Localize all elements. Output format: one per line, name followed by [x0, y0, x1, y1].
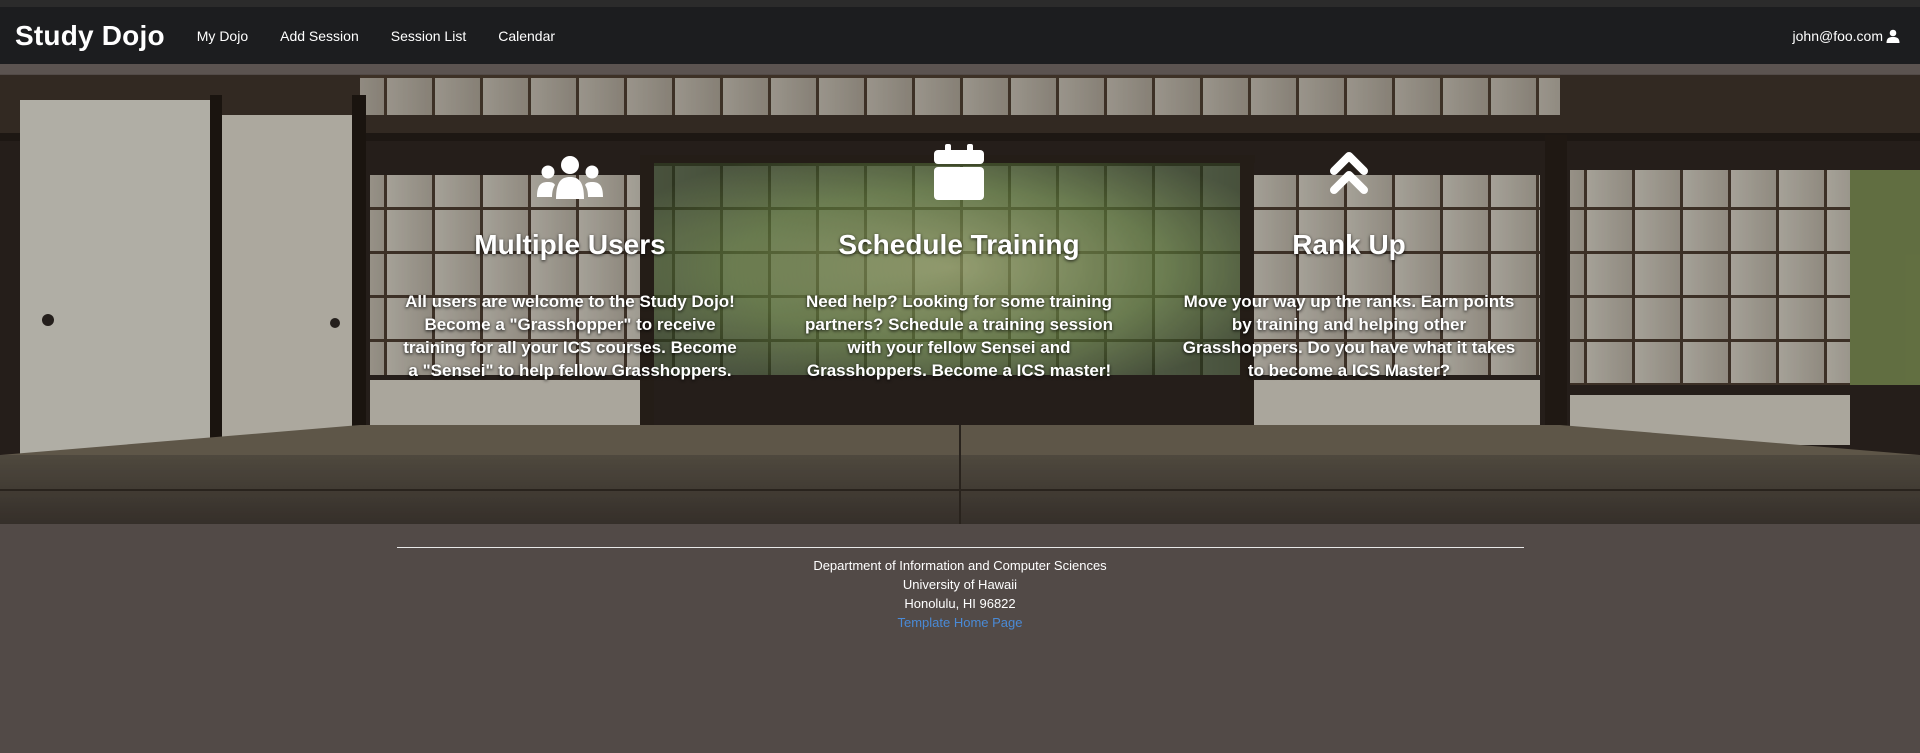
footer-divider [397, 547, 1524, 548]
feature-description: Need help? Looking for some training par… [805, 292, 1113, 380]
user-icon[interactable] [1886, 29, 1900, 43]
footer-university: University of Hawaii [902, 577, 1018, 592]
top-navbar: Study Dojo My Dojo Add Session Session L… [0, 7, 1920, 64]
feature-title: Schedule Training [838, 229, 1080, 260]
user-menu[interactable]: john@foo.com [1793, 7, 1900, 64]
double-chevron-up-icon [1179, 152, 1519, 205]
nav-my-dojo[interactable]: My Dojo [197, 28, 248, 44]
window-top-strip [0, 0, 1920, 7]
template-home-page-link[interactable]: Template Home Page [897, 615, 1022, 630]
brand-logo[interactable]: Study Dojo [15, 20, 165, 52]
hero-banner: Multiple Users All users are welcome to … [0, 75, 1920, 524]
footer-address: Department of Information and Computer S… [0, 556, 1920, 632]
feature-description: Move your way up the ranks. Earn points … [1182, 292, 1516, 380]
footer-city: Honolulu, HI 96822 [904, 596, 1016, 611]
feature-title: Multiple Users [474, 229, 666, 260]
feature-title: Rank Up [1292, 229, 1406, 260]
calendar-icon [789, 144, 1129, 205]
navbar-divider [0, 64, 1920, 74]
nav-session-list[interactable]: Session List [391, 28, 466, 44]
users-icon [400, 155, 740, 205]
feature-description: All users are welcome to the Study Dojo!… [403, 292, 737, 380]
nav-calendar[interactable]: Calendar [498, 28, 555, 44]
nav-add-session[interactable]: Add Session [280, 28, 359, 44]
footer-department: Department of Information and Computer S… [813, 558, 1107, 573]
page-footer: Department of Information and Computer S… [0, 524, 1920, 753]
user-email[interactable]: john@foo.com [1793, 28, 1883, 44]
